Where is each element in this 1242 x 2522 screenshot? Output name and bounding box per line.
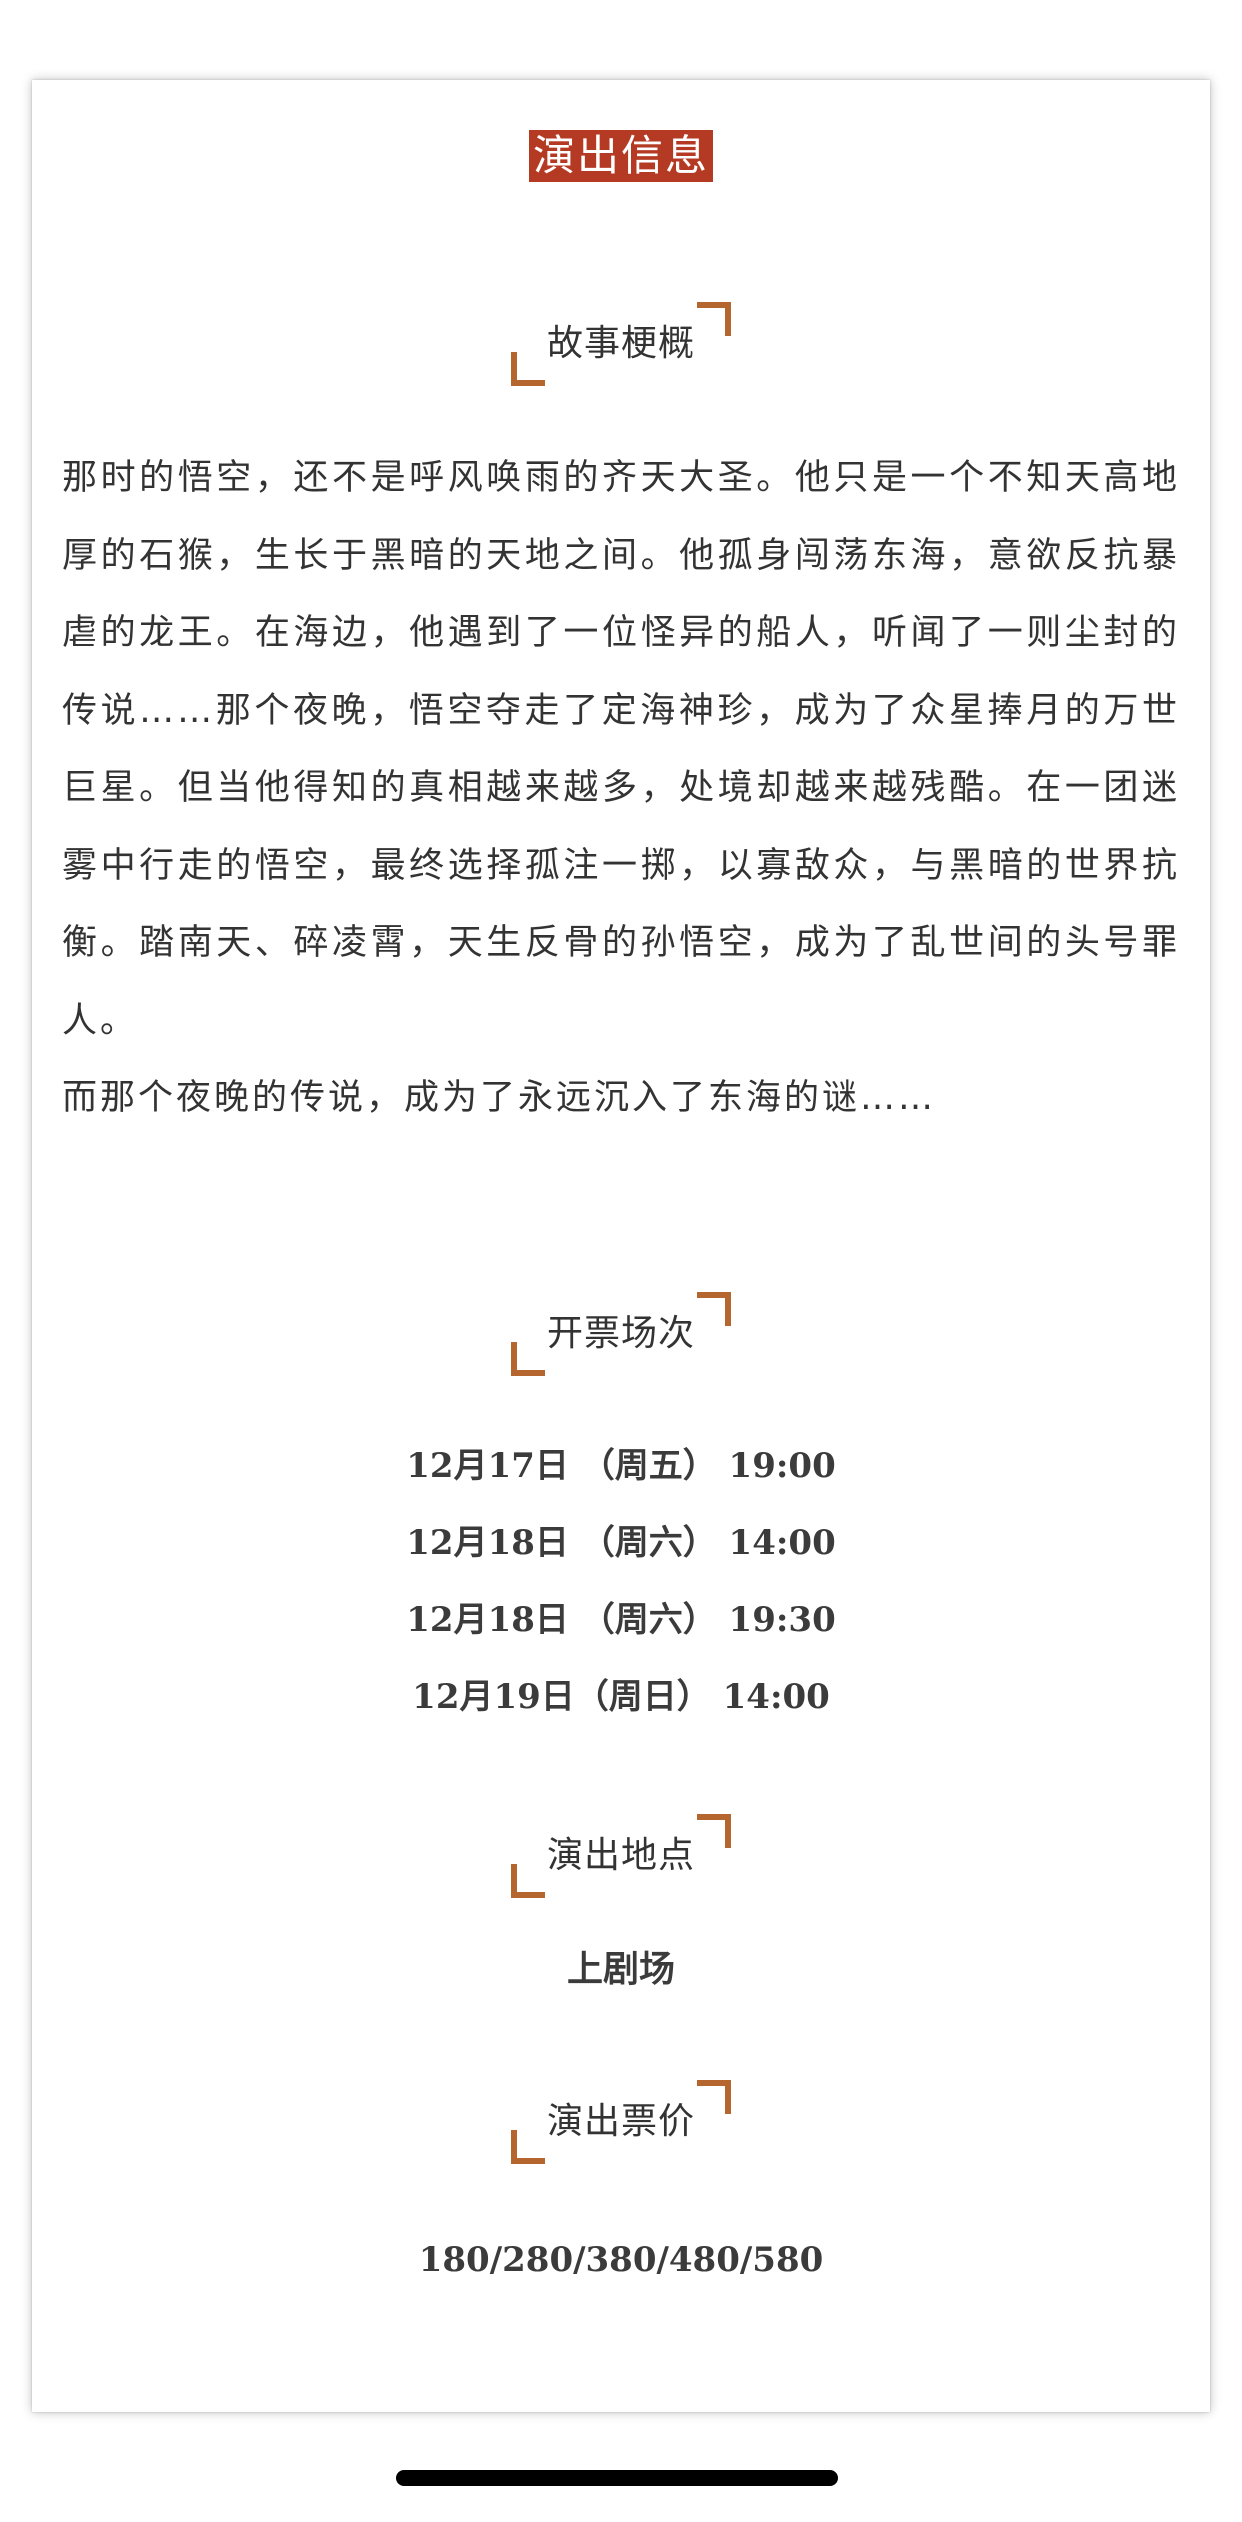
story-section-header: 故事梗概 (511, 302, 731, 386)
sessions-heading: 开票场次 (546, 1313, 695, 1354)
price-value: 180/280/380/480/580 (418, 2240, 824, 2280)
venue-heading: 演出地点 (546, 1835, 695, 1876)
sessions-section-header: 开票场次 (511, 1292, 731, 1376)
session-item: 12月17日 （周五） 19:00 (406, 1446, 836, 1486)
home-indicator[interactable] (396, 2470, 838, 2486)
session-item: 12月18日 （周六） 19:30 (406, 1600, 836, 1640)
session-list: 12月17日 （周五） 19:00 12月18日 （周六） 14:00 12月1… (32, 1428, 1210, 1736)
synopsis-paragraph: 那时的悟空，还不是呼风唤雨的齐天大圣。他只是一个不知天高地厚的石猴，生长于黑暗的… (62, 458, 1180, 1041)
venue-name: 上剧场 (566, 1949, 675, 1990)
session-item: 12月19日（周日） 14:00 (412, 1677, 830, 1717)
story-synopsis: 那时的悟空，还不是呼风唤雨的齐天大圣。他只是一个不知天高地厚的石猴，生长于黑暗的… (62, 440, 1180, 1138)
info-card: 演出信息 故事梗概 那时的悟空，还不是呼风唤雨的齐天大圣。他只是一个不知天高地厚… (32, 80, 1210, 2412)
price-section-header: 演出票价 (511, 2080, 731, 2164)
page-title: 演出信息 (528, 130, 714, 182)
story-heading: 故事梗概 (546, 323, 695, 364)
session-item: 12月18日 （周六） 14:00 (406, 1523, 836, 1563)
price-heading: 演出票价 (546, 2101, 695, 2142)
synopsis-paragraph: 而那个夜晚的传说，成为了永远沉入了东海的谜…… (62, 1078, 937, 1118)
venue-section-header: 演出地点 (511, 1814, 731, 1898)
